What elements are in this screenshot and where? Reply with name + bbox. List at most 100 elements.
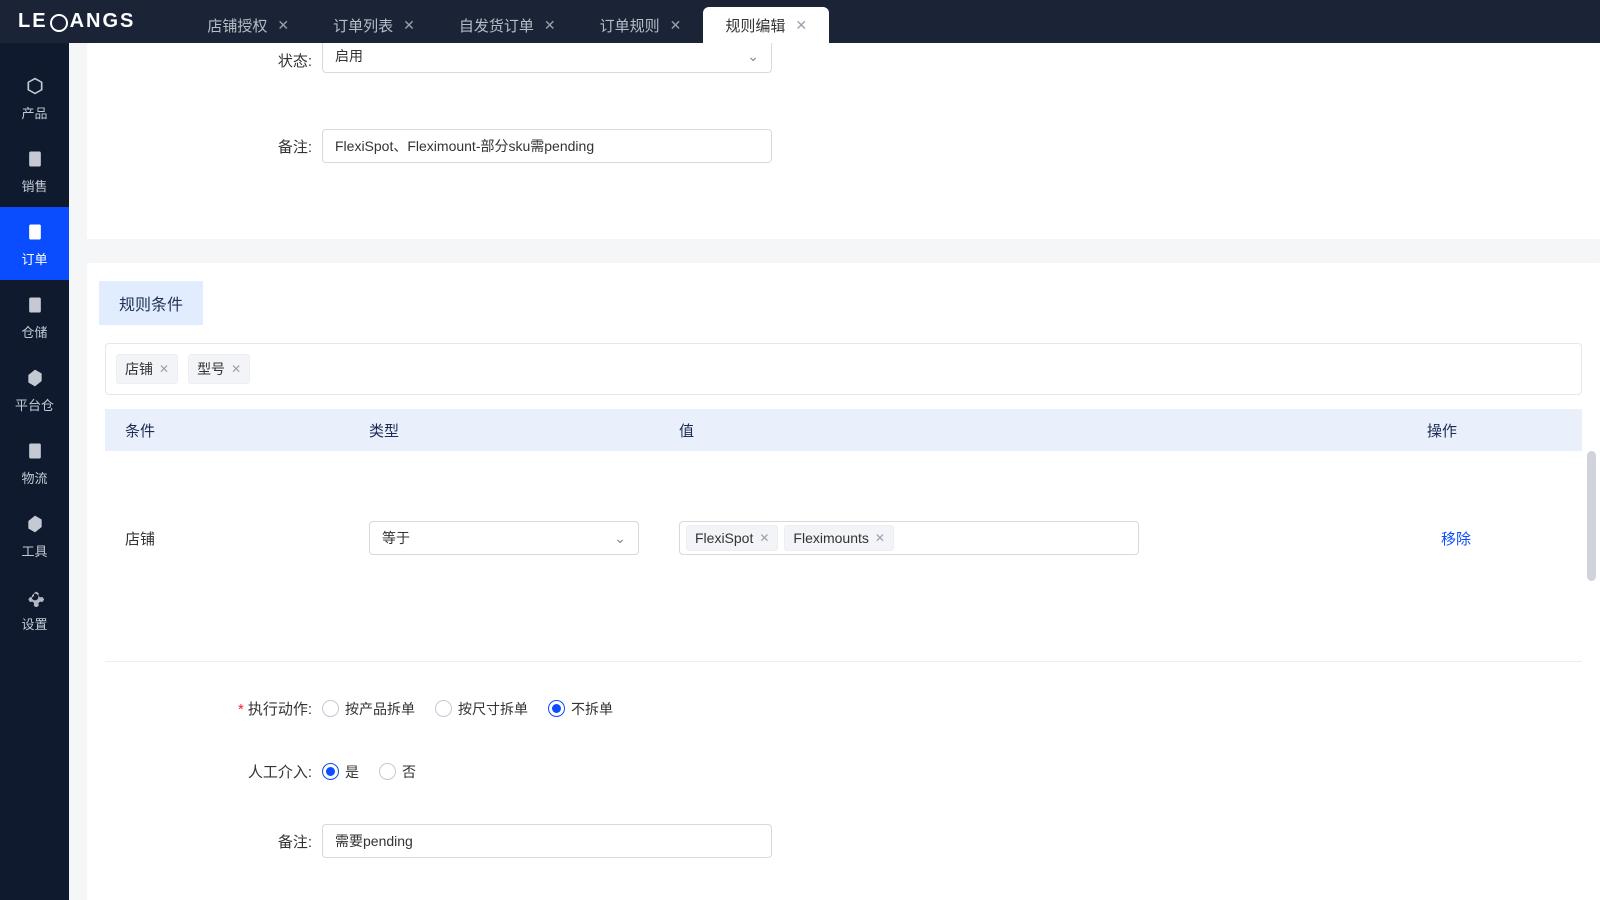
- clipboard-icon: [24, 440, 46, 462]
- table-header: 条件 类型 值 操作: [105, 409, 1582, 451]
- sidebar-label: 工具: [21, 541, 47, 560]
- sidebar-label: 产品: [21, 103, 47, 122]
- tag-label: FlexiSpot: [695, 530, 753, 546]
- close-icon[interactable]: ✕: [277, 17, 289, 34]
- remark-input[interactable]: [322, 129, 772, 163]
- tab-4[interactable]: 规则编辑 ✕: [703, 7, 829, 43]
- close-icon[interactable]: ✕: [795, 17, 807, 34]
- conditions-table: 条件 类型 值 操作 店铺等于⌄ FlexiSpot ✕ Fleximounts ✕ 移除: [105, 409, 1582, 631]
- sidebar-item-2[interactable]: 订单: [0, 207, 69, 280]
- cell-operation: 移除: [1427, 528, 1582, 549]
- tab-2[interactable]: 自发货订单 ✕: [437, 7, 578, 43]
- status-select[interactable]: 启用 ⌄: [322, 43, 772, 73]
- filter-tag-1[interactable]: 型号 ✕: [188, 354, 250, 384]
- status-label: 状态:: [87, 50, 322, 71]
- logo-text-left: LE: [18, 10, 48, 33]
- radio-label: 按尺寸拆单: [458, 699, 528, 719]
- remark2-input[interactable]: [322, 824, 772, 858]
- tab-label: 自发货订单: [459, 15, 534, 36]
- logo: LE ANGS: [18, 10, 135, 33]
- tab-label: 店铺授权: [207, 15, 267, 36]
- sidebar: 产品销售订单仓储平台仓物流工具设置: [0, 43, 69, 900]
- divider: [105, 661, 1582, 662]
- close-icon[interactable]: ✕: [544, 17, 556, 34]
- action-label: *执行动作:: [87, 698, 322, 719]
- cell-condition: 店铺: [105, 528, 355, 549]
- sidebar-item-7[interactable]: 设置: [0, 572, 69, 645]
- value-multiselect[interactable]: FlexiSpot ✕ Fleximounts ✕: [679, 521, 1139, 555]
- clipboard-icon: [24, 148, 46, 170]
- filter-tag-0[interactable]: 店铺 ✕: [116, 354, 178, 384]
- action-radio-2[interactable]: 不拆单: [548, 699, 613, 719]
- close-icon[interactable]: ✕: [159, 362, 169, 376]
- action-radio-1[interactable]: 按尺寸拆单: [435, 699, 528, 719]
- section-title-conditions: 规则条件: [99, 281, 203, 325]
- tab-label: 订单列表: [333, 15, 393, 36]
- action-radio-group: 按产品拆单 按尺寸拆单 不拆单: [322, 699, 613, 719]
- action-radio-0[interactable]: 按产品拆单: [322, 699, 415, 719]
- tab-0[interactable]: 店铺授权 ✕: [185, 7, 311, 43]
- sidebar-item-4[interactable]: 平台仓: [0, 353, 69, 426]
- panel-basic: 状态: 启用 ⌄ 备注:: [87, 43, 1600, 239]
- radio-label: 按产品拆单: [345, 699, 415, 719]
- col-value: 值: [665, 420, 1413, 441]
- tag-label: 型号: [197, 359, 225, 379]
- sidebar-label: 仓储: [21, 322, 47, 341]
- panel-conditions: 规则条件 店铺✕型号✕ 条件 类型 值 操作 店铺等于⌄FlexiSpot✕Fl…: [87, 263, 1600, 900]
- radio-icon: [379, 763, 396, 780]
- col-operation: 操作: [1413, 420, 1568, 441]
- condition-filter-bar[interactable]: 店铺 ✕ 型号 ✕: [105, 343, 1582, 395]
- table-row: 店铺等于⌄ FlexiSpot ✕ Fleximounts ✕ 移除: [105, 521, 1582, 555]
- tag-label: Fleximounts: [793, 530, 868, 546]
- close-icon[interactable]: ✕: [875, 531, 885, 545]
- hexagon-icon: [24, 367, 46, 389]
- close-icon[interactable]: ✕: [231, 362, 241, 376]
- radio-label: 不拆单: [571, 699, 613, 719]
- top-bar: LE ANGS 店铺授权 ✕ 订单列表 ✕ 自发货订单 ✕ 订单规则 ✕ 规则编辑 ✕: [0, 0, 1600, 43]
- tab-3[interactable]: 订单规则 ✕: [578, 7, 704, 43]
- tab-bar: 店铺授权 ✕ 订单列表 ✕ 自发货订单 ✕ 订单规则 ✕ 规则编辑 ✕: [185, 0, 829, 43]
- sidebar-item-1[interactable]: 销售: [0, 134, 69, 207]
- logo-ring-icon: [50, 14, 68, 32]
- col-condition: 条件: [105, 420, 355, 441]
- close-icon[interactable]: ✕: [759, 531, 769, 545]
- scrollbar-thumb[interactable]: [1587, 451, 1596, 581]
- sidebar-label: 设置: [21, 614, 47, 633]
- tag-label: 店铺: [125, 359, 153, 379]
- manual-radio-group: 是否: [322, 762, 416, 782]
- tab-label: 订单规则: [600, 15, 660, 36]
- radio-label: 否: [402, 762, 416, 782]
- value-tag-1[interactable]: Fleximounts ✕: [784, 525, 894, 551]
- clipboard-icon: [24, 221, 46, 243]
- value-tag-0[interactable]: FlexiSpot ✕: [686, 525, 778, 551]
- radio-icon: [548, 700, 565, 717]
- clipboard-icon: [24, 294, 46, 316]
- hexagon-icon: [24, 513, 46, 535]
- manual-radio-0[interactable]: 是: [322, 762, 359, 782]
- table-body: 店铺等于⌄ FlexiSpot ✕ Fleximounts ✕ 移除: [105, 451, 1582, 631]
- radio-icon: [435, 700, 452, 717]
- logo-text-right: ANGS: [70, 10, 136, 33]
- col-type: 类型: [355, 420, 665, 441]
- type-select[interactable]: 等于⌄: [369, 521, 639, 555]
- sidebar-label: 物流: [21, 468, 47, 487]
- tab-1[interactable]: 订单列表 ✕: [311, 7, 437, 43]
- remove-link[interactable]: 移除: [1441, 531, 1471, 548]
- cell-type: 等于⌄: [355, 521, 665, 555]
- sidebar-item-3[interactable]: 仓储: [0, 280, 69, 353]
- manual-radio-1[interactable]: 否: [379, 762, 416, 782]
- close-icon[interactable]: ✕: [670, 17, 682, 34]
- main-content: 状态: 启用 ⌄ 备注: 规则条件 店铺 ✕ 型号 ✕ 条件 类型 值 操作: [69, 43, 1600, 900]
- sidebar-label: 销售: [21, 176, 47, 195]
- sidebar-item-0[interactable]: 产品: [0, 61, 69, 134]
- cube-icon: [24, 75, 46, 97]
- sidebar-item-6[interactable]: 工具: [0, 499, 69, 572]
- close-icon[interactable]: ✕: [403, 17, 415, 34]
- remark2-label: 备注:: [87, 831, 322, 852]
- type-value: 等于: [382, 528, 410, 548]
- manual-label: 人工介入:: [87, 761, 322, 782]
- sidebar-item-5[interactable]: 物流: [0, 426, 69, 499]
- sidebar-label: 平台仓: [15, 395, 54, 414]
- gear-icon: [24, 586, 46, 608]
- tab-label: 规则编辑: [725, 15, 785, 36]
